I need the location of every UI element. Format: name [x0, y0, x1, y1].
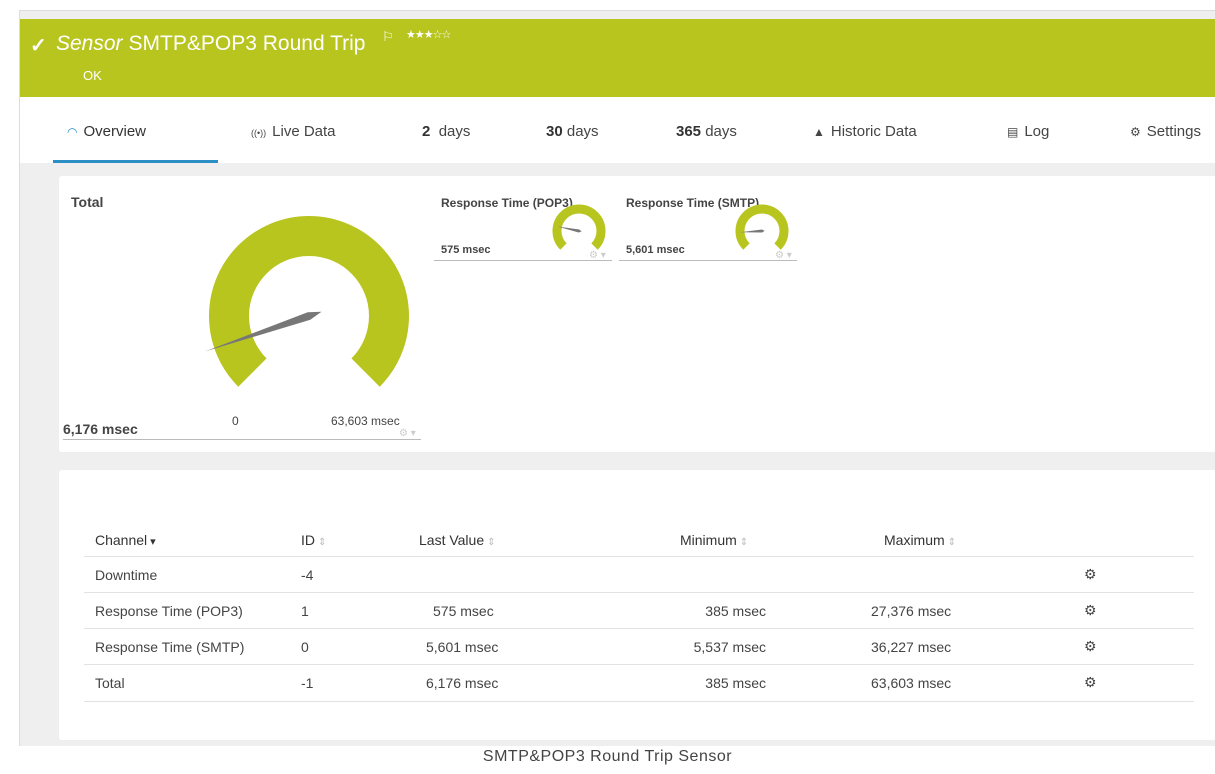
cell-channel: Downtime [95, 567, 158, 583]
tab-log[interactable]: ▤ Log [1007, 123, 1049, 140]
col-header-maximum[interactable]: Maximum ⇕ [884, 532, 956, 548]
cell-last-value: 6,176 msec [426, 675, 499, 691]
tab-label: days [438, 123, 471, 140]
gauge-total-baseline [63, 439, 421, 440]
sort-icon: ⇕ [487, 537, 496, 548]
gauge-smtp-baseline [619, 260, 797, 261]
cell-last-value: 5,601 msec [426, 639, 499, 655]
sort-desc-icon: ▾ [150, 536, 156, 548]
col-header-minimum[interactable]: Minimum ⇕ [680, 532, 748, 548]
sort-icon: ⇕ [947, 537, 957, 548]
tab-30-days[interactable]: 30 days [546, 123, 599, 140]
tab-overview[interactable]: ◠ Overview [67, 123, 146, 140]
gear-icon: ⚙ [1130, 125, 1141, 139]
status-text: OK [83, 68, 102, 83]
gauge-smtp-arc [735, 204, 789, 250]
gauge-smtp-value: 5,601 msec [626, 244, 685, 256]
cell-minimum: 385 msec [705, 675, 766, 691]
gauge-total-value: 6,176 msec [63, 421, 138, 437]
sensor-header: ✓ Sensor SMTP&POP3 Round Trip ⚐ ★★★☆☆ OK [20, 19, 1215, 97]
col-header-label: ID [301, 532, 315, 548]
channel-settings-icon[interactable]: ⚙ [1084, 566, 1097, 583]
cell-id: 0 [301, 639, 309, 655]
col-header-last-value[interactable]: Last Value ⇕ [419, 532, 496, 548]
area-chart-icon: ▲ [813, 125, 825, 139]
tab-live-data[interactable]: ((•)) Live Data [251, 123, 336, 140]
cell-channel: Response Time (POP3) [95, 603, 243, 619]
tab-365-days[interactable]: 365 days [676, 123, 737, 140]
gauge-tools-icon[interactable]: ⚙ ▾ [399, 428, 416, 439]
sensor-title: Sensor SMTP&POP3 Round Trip [56, 32, 365, 56]
gauge-tools-icon[interactable]: ⚙ ▾ [775, 250, 792, 261]
gauges-panel: Total 6,176 msec 0 63,603 msec ⚙ ▾ Respo… [59, 176, 1215, 452]
col-header-label: Last Value [419, 532, 485, 548]
tab-2-days[interactable]: 2 days [422, 123, 470, 140]
tab-label: Settings [1146, 123, 1201, 140]
gauge-pop3-value: 575 msec [441, 244, 491, 256]
table-row[interactable]: Response Time (SMTP) 0 5,601 msec 5,537 … [84, 628, 1194, 665]
gauge-total-min: 0 [232, 414, 239, 428]
cell-id: 1 [301, 603, 309, 619]
cell-channel: Response Time (SMTP) [95, 639, 245, 655]
gauge-tools-icon[interactable]: ⚙ ▾ [589, 250, 606, 261]
tab-label: Overview [83, 123, 146, 140]
tab-label: Historic Data [830, 123, 917, 140]
gauge-total-arc [209, 216, 409, 387]
gauge-total-max: 63,603 msec [331, 414, 400, 428]
sort-icon: ⇕ [739, 537, 749, 548]
status-check-icon: ✓ [30, 35, 47, 57]
active-tab-indicator [53, 160, 218, 163]
cell-channel: Total [95, 675, 125, 691]
cell-minimum: 385 msec [705, 603, 766, 619]
priority-stars[interactable]: ★★★☆☆ [406, 28, 451, 41]
col-header-id[interactable]: ID ⇕ [301, 532, 326, 548]
sort-icon: ⇕ [318, 537, 327, 548]
gauge-pop3-baseline [434, 260, 612, 261]
sensor-kind: Sensor [56, 32, 123, 55]
cell-minimum: 5,537 msec [693, 639, 766, 655]
col-header-label: Minimum [680, 532, 737, 548]
table-row[interactable]: Total -1 6,176 msec 385 msec 63,603 msec… [84, 664, 1194, 702]
tab-bar: ◠ Overview ((•)) Live Data 2 days 30 days … [20, 97, 1215, 163]
channel-settings-icon[interactable]: ⚙ [1084, 638, 1097, 655]
tab-settings[interactable]: ⚙ Settings [1130, 123, 1201, 140]
sensor-frame: ✓ Sensor SMTP&POP3 Round Trip ⚐ ★★★☆☆ OK … [19, 10, 1215, 746]
tab-number: 30 [546, 123, 563, 140]
channel-settings-icon[interactable]: ⚙ [1084, 602, 1097, 619]
list-icon: ▤ [1007, 125, 1019, 139]
cell-id: -1 [301, 675, 314, 691]
gauge-total-title: Total [71, 194, 104, 210]
col-header-label: Channel [95, 532, 148, 548]
cell-maximum: 27,376 msec [871, 603, 952, 619]
channels-table: Channel ▾ ID ⇕ Last Value ⇕ Minimum ⇕ Maximu… [59, 470, 1215, 740]
cell-maximum: 36,227 msec [871, 639, 952, 655]
table-row[interactable]: Downtime -4 ⚙ [84, 556, 1194, 593]
tab-label: Live Data [272, 123, 336, 140]
figure-caption: SMTP&POP3 Round Trip Sensor [482, 748, 733, 765]
tab-number: 2 [422, 123, 431, 140]
tab-label: days [705, 123, 737, 140]
col-header-channel[interactable]: Channel ▾ [95, 532, 156, 548]
channel-settings-icon[interactable]: ⚙ [1084, 674, 1097, 691]
gauge-total [204, 216, 409, 387]
sensor-name: SMTP&POP3 Round Trip [128, 32, 366, 55]
cell-id: -4 [301, 567, 314, 583]
gauge-icon: ◠ [67, 125, 78, 139]
tab-label: days [566, 123, 599, 140]
table-row[interactable]: Response Time (POP3) 1 575 msec 385 msec… [84, 592, 1194, 629]
broadcast-icon: ((•)) [251, 128, 267, 138]
cell-last-value: 575 msec [433, 603, 494, 619]
flag-icon[interactable]: ⚐ [382, 29, 394, 45]
tab-historic-data[interactable]: ▲ Historic Data [813, 123, 917, 140]
col-header-label: Maximum [884, 532, 945, 548]
tab-number: 365 [676, 123, 702, 140]
tab-label: Log [1024, 123, 1050, 140]
cell-maximum: 63,603 msec [871, 675, 952, 691]
